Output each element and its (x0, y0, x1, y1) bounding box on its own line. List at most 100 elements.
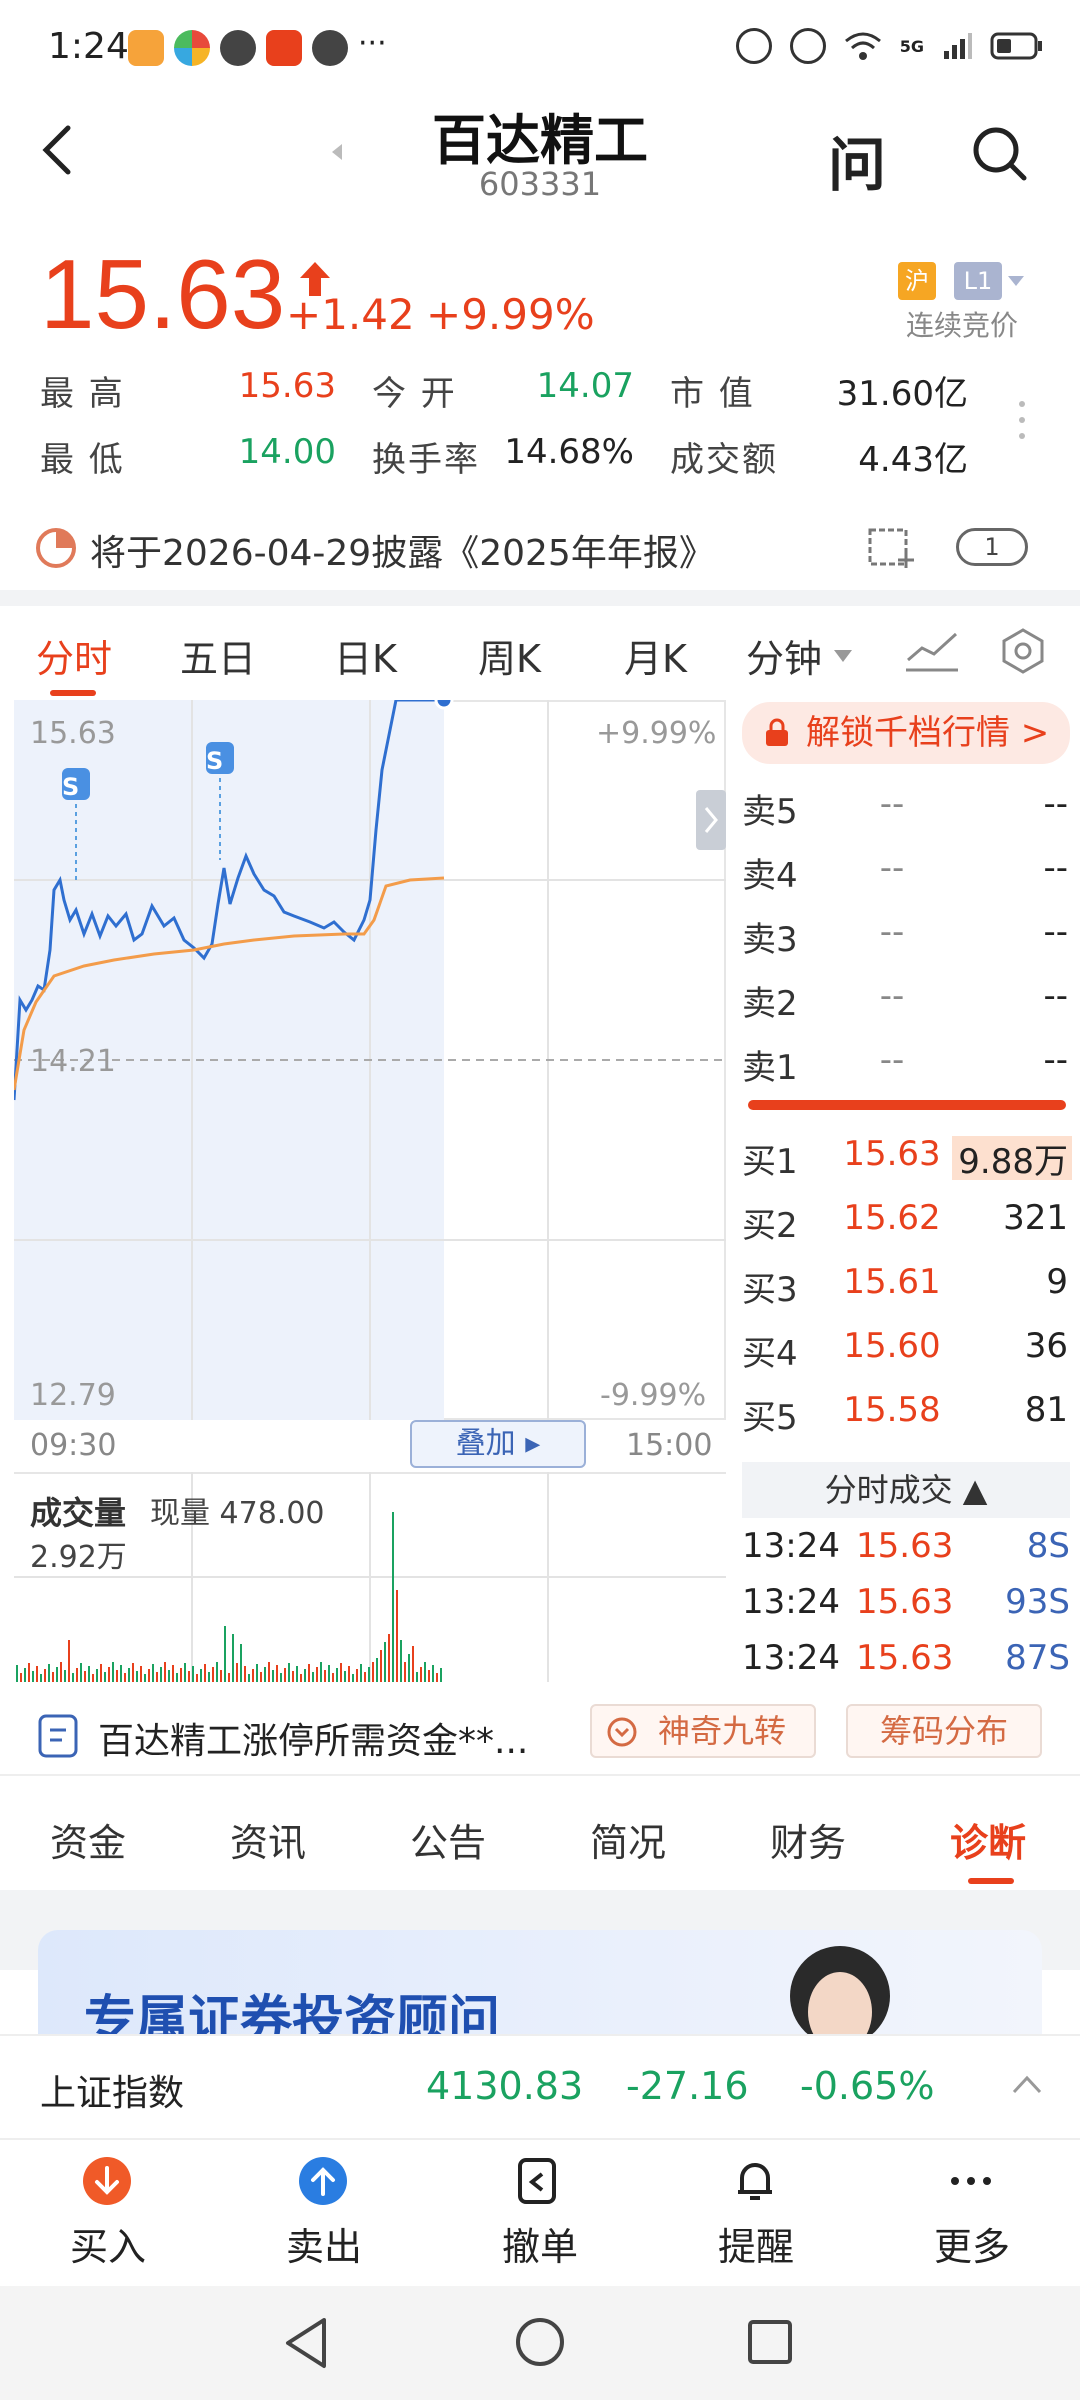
volume-bar (128, 1668, 130, 1682)
minute-dropdown-icon[interactable] (834, 650, 852, 662)
volume-bar (216, 1662, 218, 1682)
bid2-price: 15.62 (843, 1198, 941, 1238)
volume-bar (92, 1674, 94, 1682)
buy-button[interactable]: 买入 (38, 2216, 178, 2271)
tab-five-day[interactable]: 五日 (180, 628, 256, 683)
volume-bar (240, 1644, 242, 1682)
index-name: 上证指数 (40, 2073, 185, 2114)
tab-diagnosis[interactable]: 诊断 (950, 1812, 1026, 1867)
add-calendar-icon[interactable] (866, 522, 918, 570)
volume-bar (176, 1673, 178, 1682)
sell-icon[interactable] (298, 2156, 348, 2206)
ask-button[interactable]: 问 (828, 118, 886, 202)
bid4-label: 买4 (742, 1334, 798, 1374)
ask2-volume: -- (1043, 976, 1068, 1016)
tick-time: 13:24 (742, 1526, 840, 1566)
tick-trades-header[interactable]: 分时成交 ▲ (742, 1462, 1070, 1518)
volume-bar (344, 1671, 346, 1682)
current-volume: 现量 478.00 (150, 1496, 325, 1531)
stat-value-amount: 4.43亿 (858, 440, 968, 480)
volume-bar (60, 1662, 62, 1682)
bid2-label: 买2 (742, 1206, 798, 1246)
app-notification-icon (128, 30, 164, 66)
volume-bar (292, 1671, 294, 1682)
stock-app-notification-icon (266, 30, 302, 66)
nav-recents-icon[interactable] (746, 2318, 794, 2366)
level-dropdown-icon[interactable] (1008, 276, 1024, 286)
overlay-label: 叠加 (455, 1426, 516, 1461)
volume-bar (256, 1664, 258, 1682)
stat-value-low: 14.00 (238, 432, 336, 472)
volume-bar (252, 1669, 254, 1682)
stat-value-turnover: 14.68% (504, 432, 634, 472)
volume-bar (164, 1662, 166, 1682)
volume-bar (88, 1666, 90, 1682)
more-stats-icon[interactable] (1018, 400, 1026, 440)
more-icon[interactable] (946, 2156, 996, 2206)
tab-minute[interactable]: 分钟 (746, 628, 822, 683)
chart-bottom-pct: -9.99% (600, 1378, 707, 1413)
volume-bar (244, 1666, 246, 1682)
volume-bar (132, 1663, 134, 1682)
limit-up-capital-link[interactable]: 百达精工涨停所需资金**... (98, 1712, 528, 1764)
sell-button[interactable]: 卖出 (254, 2216, 394, 2271)
search-icon[interactable] (970, 124, 1030, 184)
index-value: 4130.83 (426, 2064, 584, 2108)
chart-bottom-price: 12.79 (30, 1378, 116, 1413)
report-icon (36, 528, 76, 568)
level-tag[interactable]: L1 (954, 262, 1002, 300)
volume-bar (432, 1665, 434, 1682)
bid4-volume: 36 (1024, 1326, 1068, 1366)
volume-bar (248, 1674, 250, 1682)
nav-back-icon[interactable] (282, 2316, 332, 2370)
buy-icon[interactable] (82, 2156, 132, 2206)
cancel-order-button[interactable]: 撤单 (470, 2216, 610, 2271)
chevron-circle-icon (607, 1717, 637, 1747)
volume-bar (172, 1665, 174, 1682)
volume-bar (324, 1670, 326, 1682)
message-icon (312, 30, 348, 66)
report-announcement[interactable]: 将于2026-04-29披露《2025年年报》 (90, 524, 715, 576)
stock-code: 603331 (478, 165, 602, 203)
ask4-volume: -- (1043, 848, 1068, 888)
volume-bar (212, 1667, 214, 1682)
settings-icon[interactable] (998, 626, 1048, 676)
tab-monthly-k[interactable]: 月K (624, 628, 687, 683)
expand-handle[interactable] (696, 790, 726, 850)
intraday-chart-plot (14, 700, 726, 1420)
ask5-label: 卖5 (742, 792, 798, 832)
chevron-up-icon[interactable] (1010, 2072, 1044, 2096)
sell-signal-label-1: S (62, 773, 80, 801)
tab-announcements[interactable]: 公告 (410, 1812, 486, 1867)
chip-distribution-button[interactable]: 筹码分布 (846, 1704, 1042, 1758)
indicator-icon[interactable] (904, 626, 960, 676)
nav-home-icon[interactable] (514, 2316, 566, 2368)
current-price: 15.63 (40, 239, 286, 349)
alert-button[interactable]: 提醒 (686, 2216, 826, 2271)
tab-daily-k[interactable]: 日K (334, 628, 397, 683)
announcement-count-badge[interactable]: 1 (956, 528, 1028, 566)
unlock-depth-button[interactable]: 解锁千档行情 > (742, 702, 1070, 764)
volume-bar (16, 1665, 18, 1682)
overlay-button[interactable]: 叠加 ▸ (410, 1420, 586, 1468)
volume-bar (320, 1662, 322, 1682)
bell-icon[interactable] (730, 2156, 780, 2206)
tick-volume: 93S (1005, 1582, 1070, 1622)
volume-bar (420, 1667, 422, 1682)
bid3-label: 买3 (742, 1270, 798, 1310)
more-button[interactable]: 更多 (902, 2216, 1042, 2271)
volume-bar (180, 1668, 182, 1682)
volume-bar (220, 1670, 222, 1682)
tab-news[interactable]: 资讯 (230, 1812, 306, 1867)
tab-capital[interactable]: 资金 (50, 1812, 126, 1867)
cancel-order-icon[interactable] (514, 2156, 564, 2206)
volume-bar (372, 1662, 374, 1682)
tab-intraday[interactable]: 分时 (36, 628, 112, 683)
tab-financials[interactable]: 财务 (770, 1812, 846, 1867)
stat-label-amount: 成交额 (670, 440, 778, 480)
tab-weekly-k[interactable]: 周K (478, 628, 541, 683)
tick-price: 15.63 (856, 1526, 954, 1566)
volume-bar (388, 1634, 390, 1682)
ask4-price: -- (879, 848, 905, 888)
tab-profile[interactable]: 简况 (590, 1812, 666, 1867)
